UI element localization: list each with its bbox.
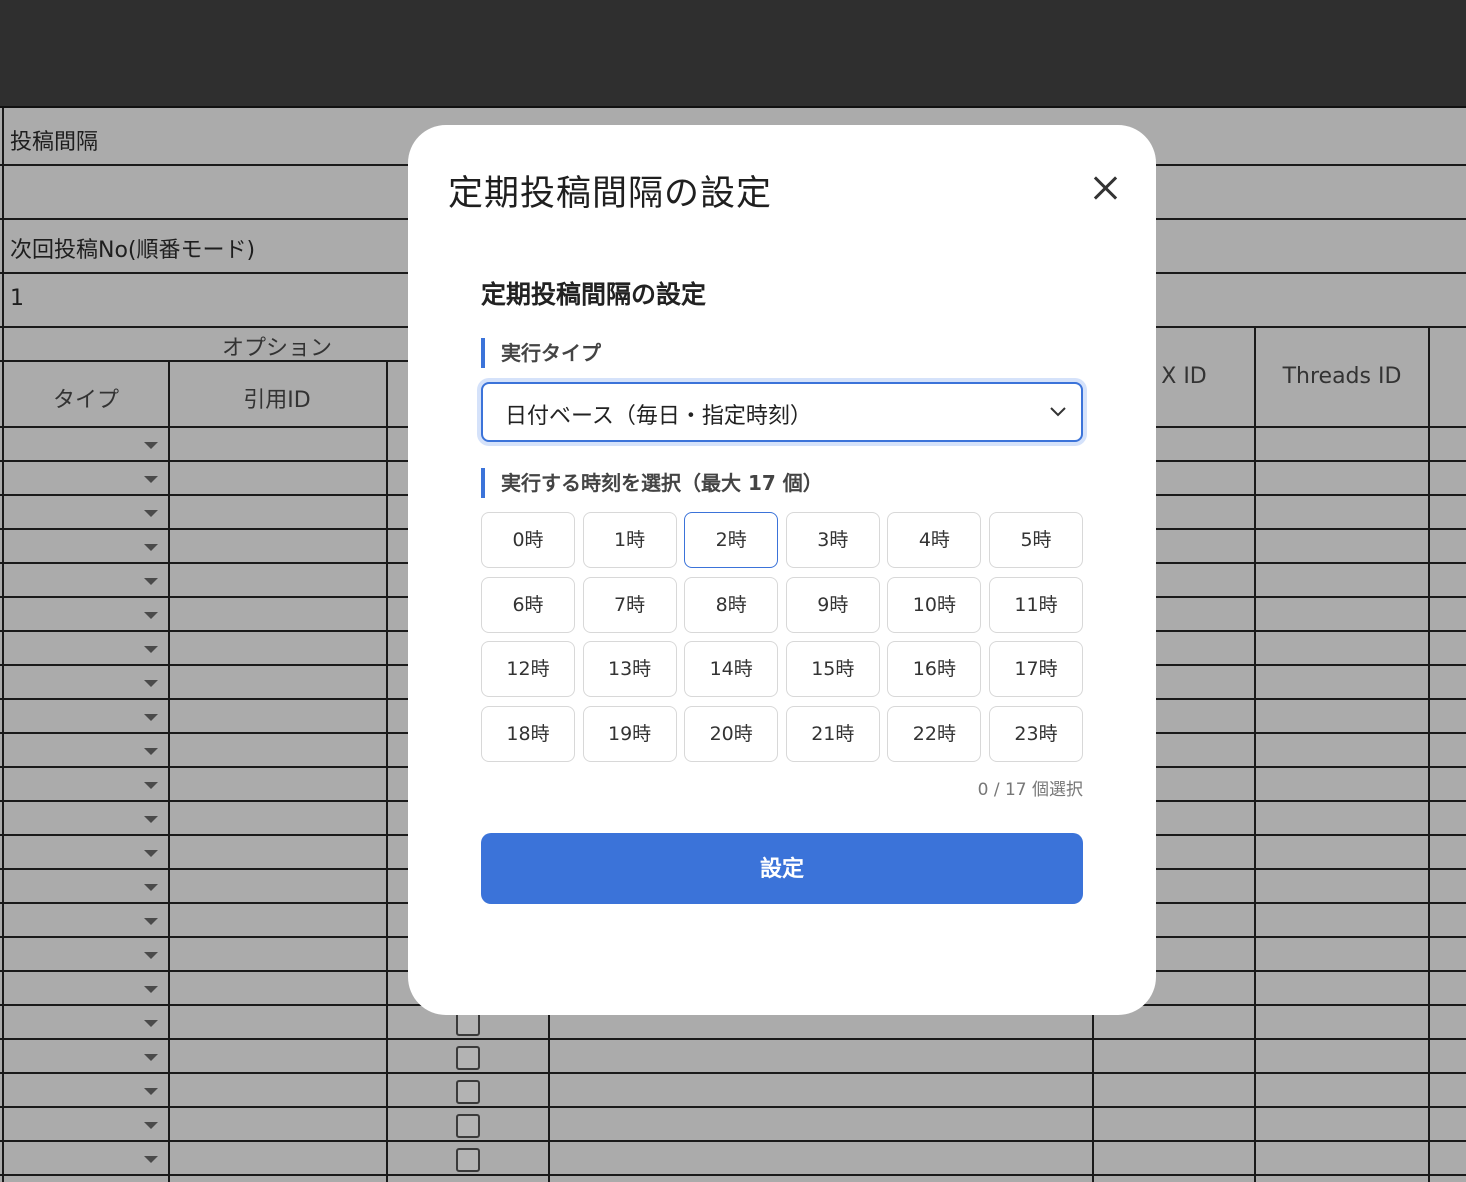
hour-button[interactable]: 12時 <box>481 641 575 697</box>
sheet-row-line <box>0 1106 1466 1108</box>
type-dropdown-icon[interactable] <box>144 476 158 483</box>
sheet-row-line <box>0 1072 1466 1074</box>
row-checkbox[interactable] <box>456 1046 480 1070</box>
hour-button[interactable]: 17時 <box>989 641 1083 697</box>
col-header-type: タイプ <box>52 388 119 413</box>
sheet-col-line <box>1092 1008 1094 1182</box>
exec-type-label: 実行タイプ <box>481 338 601 368</box>
sheet-col-line <box>168 360 170 1182</box>
row-checkbox[interactable] <box>456 1080 480 1104</box>
type-dropdown-icon[interactable] <box>144 782 158 789</box>
type-dropdown-icon[interactable] <box>144 646 158 653</box>
hour-button[interactable]: 8時 <box>684 576 779 633</box>
close-icon[interactable] <box>1084 167 1126 209</box>
type-dropdown-icon[interactable] <box>144 1088 158 1095</box>
hour-button[interactable]: 11時 <box>989 576 1083 633</box>
hour-button[interactable]: 10時 <box>887 576 982 633</box>
col-header-threads-id: Threads ID <box>1282 364 1402 389</box>
hour-button[interactable]: 0時 <box>481 512 575 568</box>
type-dropdown-icon[interactable] <box>144 1054 158 1061</box>
type-dropdown-icon[interactable] <box>144 816 158 823</box>
sheet-col-line <box>548 1008 550 1182</box>
type-dropdown-icon[interactable] <box>144 850 158 857</box>
hour-button[interactable]: 5時 <box>989 512 1083 568</box>
hour-button[interactable]: 7時 <box>582 576 677 633</box>
type-dropdown-icon[interactable] <box>144 612 158 619</box>
hour-button[interactable]: 23時 <box>989 705 1083 762</box>
hour-button[interactable]: 21時 <box>785 705 880 762</box>
sheet-row-line <box>0 360 410 362</box>
posting-interval-label: 投稿間隔 <box>10 130 99 155</box>
hour-button[interactable]: 13時 <box>582 641 677 697</box>
hour-button[interactable]: 4時 <box>887 512 982 568</box>
top-bar <box>0 0 1466 108</box>
row-checkbox[interactable] <box>456 1148 480 1172</box>
row-checkbox[interactable] <box>456 1114 480 1138</box>
hour-button[interactable]: 3時 <box>785 512 880 568</box>
type-dropdown-icon[interactable] <box>144 1156 158 1163</box>
hour-button[interactable]: 19時 <box>582 705 677 762</box>
hour-button[interactable]: 6時 <box>481 576 575 633</box>
chevron-down-icon <box>1050 407 1066 417</box>
hour-button[interactable]: 20時 <box>684 705 779 762</box>
sheet-row-line <box>0 1174 1466 1176</box>
interval-settings-dialog: 定期投稿間隔の設定 定期投稿間隔の設定 実行タイプ 日付ベース（毎日・指定時刻）… <box>408 125 1156 1015</box>
col-header-quote-id: 引用ID <box>243 388 311 413</box>
dialog-title: 定期投稿間隔の設定 <box>448 174 773 214</box>
type-dropdown-icon[interactable] <box>144 510 158 517</box>
hour-button[interactable]: 22時 <box>887 705 982 762</box>
type-dropdown-icon[interactable] <box>144 680 158 687</box>
hour-button[interactable]: 2時 <box>684 512 779 568</box>
hour-button[interactable]: 14時 <box>684 641 779 697</box>
sheet-col-line <box>1254 326 1256 1182</box>
hour-button[interactable]: 9時 <box>785 576 880 633</box>
type-dropdown-icon[interactable] <box>144 442 158 449</box>
type-dropdown-icon[interactable] <box>144 952 158 959</box>
type-dropdown-icon[interactable] <box>144 1122 158 1129</box>
row-checkbox[interactable] <box>456 1012 480 1036</box>
col-header-x-id: X ID <box>1161 364 1207 389</box>
type-dropdown-icon[interactable] <box>144 918 158 925</box>
submit-button[interactable]: 設定 <box>481 833 1083 904</box>
sheet-row-line <box>0 1038 1466 1040</box>
type-dropdown-icon[interactable] <box>144 884 158 891</box>
type-dropdown-icon[interactable] <box>144 748 158 755</box>
type-dropdown-icon[interactable] <box>144 1020 158 1027</box>
type-dropdown-icon[interactable] <box>144 986 158 993</box>
sheet-col-line <box>2 108 4 1182</box>
type-dropdown-icon[interactable] <box>144 714 158 721</box>
hour-button[interactable]: 1時 <box>582 512 677 568</box>
hour-button[interactable]: 18時 <box>481 705 575 762</box>
next-post-no-label: 次回投稿No(順番モード) <box>10 238 256 263</box>
sheet-col-line <box>386 360 388 1182</box>
selected-count: 0 / 17 個選択 <box>977 780 1083 800</box>
exec-type-value: 日付ベース（毎日・指定時刻） <box>505 404 812 429</box>
section-title: 定期投稿間隔の設定 <box>481 280 707 309</box>
type-dropdown-icon[interactable] <box>144 544 158 551</box>
hour-button[interactable]: 15時 <box>785 641 880 697</box>
exec-type-select[interactable]: 日付ベース（毎日・指定時刻） <box>481 382 1083 442</box>
time-select-label: 実行する時刻を選択（最大 17 個） <box>481 468 823 498</box>
sheet-col-line <box>1428 326 1430 1182</box>
options-header: オプション <box>221 336 332 361</box>
hour-button[interactable]: 16時 <box>887 641 982 697</box>
type-dropdown-icon[interactable] <box>144 578 158 585</box>
next-post-no-value[interactable]: 1 <box>10 286 24 311</box>
sheet-row-line <box>0 1140 1466 1142</box>
